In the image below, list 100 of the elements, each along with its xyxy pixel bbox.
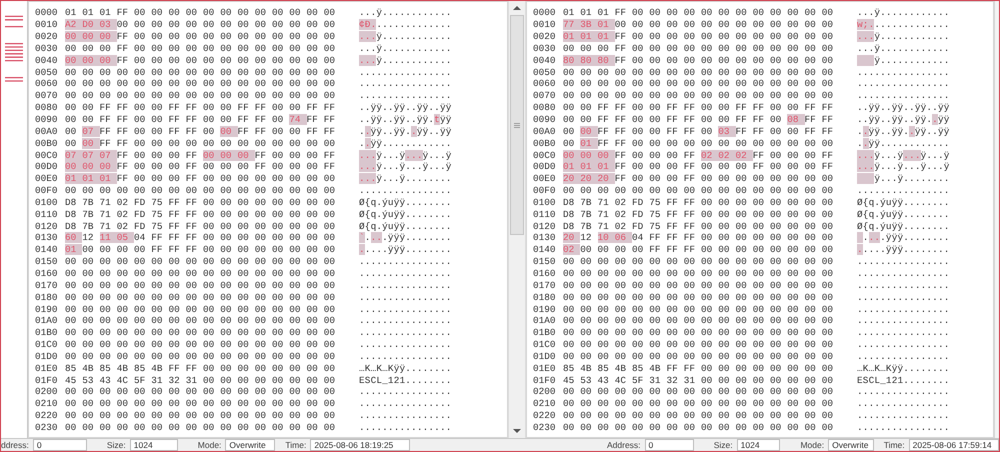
hex-byte: 00: [649, 150, 662, 161]
row-offset: 0050: [35, 66, 59, 78]
hex-byte: 08: [787, 114, 804, 126]
hex-byte: 00: [151, 150, 164, 161]
hex-byte: 00: [580, 327, 593, 338]
hex-byte: 00: [718, 31, 731, 42]
hex-byte: 00: [787, 150, 800, 161]
hex-byte: 00: [272, 138, 284, 149]
hex-byte: 60: [65, 232, 82, 244]
hex-byte: 00: [82, 256, 95, 268]
hex-byte: 4B: [151, 362, 164, 374]
ascii-text: ESCL_121........: [857, 374, 950, 386]
hex-byte: 00: [151, 42, 164, 54]
scrollbar[interactable]: [508, 1, 526, 438]
hex-byte: 00: [65, 339, 78, 350]
hex-byte: 00: [272, 19, 284, 30]
hex-byte: 00: [770, 410, 782, 422]
hex-byte: 00: [684, 304, 696, 315]
hex-byte: 00: [563, 42, 576, 54]
hex-byte: 00: [770, 196, 782, 208]
hex-byte: 00: [684, 280, 696, 291]
hex-byte: 00: [100, 31, 117, 42]
hex-byte: 00: [787, 42, 800, 54]
hex-byte: 00: [804, 185, 817, 196]
hex-byte: 00: [254, 232, 268, 244]
address-field[interactable]: 0: [32, 439, 87, 451]
hex-byte: 00: [289, 268, 302, 279]
hex-byte: 00: [306, 90, 319, 102]
hex-byte: FD: [632, 196, 644, 208]
mode-field[interactable]: Overwrite: [828, 439, 874, 451]
size-label: Size:: [714, 440, 733, 450]
hex-byte: FD: [632, 220, 644, 232]
hex-byte: 00: [701, 280, 714, 291]
hex-byte: 00: [632, 114, 644, 126]
hex-byte: 20: [563, 232, 580, 244]
hex-byte: 00: [598, 339, 610, 350]
hex-byte: 00: [718, 362, 731, 374]
hex-byte: FF: [752, 150, 766, 161]
hex-byte: 00: [563, 268, 576, 279]
scroll-down-icon[interactable]: [513, 428, 521, 434]
hex-byte: 00: [701, 78, 714, 90]
hex-byte: 00: [186, 339, 198, 350]
scroll-thumb[interactable]: [510, 15, 524, 235]
hex-byte: 00: [306, 66, 319, 78]
mode-field[interactable]: Overwrite: [225, 439, 276, 451]
hex-byte: 01: [580, 31, 598, 42]
hex-byte: 00: [203, 374, 216, 386]
hex-byte: 00: [736, 220, 748, 232]
size-field[interactable]: 1024: [736, 439, 780, 451]
hex-byte: 00: [649, 292, 662, 303]
hex-byte: 00: [100, 268, 112, 279]
hex-byte: 00: [134, 54, 146, 66]
hex-byte: 00: [787, 185, 800, 196]
hex-byte: 00: [100, 161, 117, 172]
hex-byte: 00: [770, 102, 782, 114]
hex-byte: 00: [186, 90, 198, 102]
ascii-text: ................: [359, 185, 452, 196]
hex-byte: 00: [289, 126, 302, 137]
address-field[interactable]: 0: [644, 439, 694, 451]
hex-byte: 01: [598, 7, 610, 18]
hex-byte: 00: [649, 42, 662, 54]
hex-byte: 00: [168, 327, 181, 338]
hex-byte: 00: [238, 138, 250, 149]
hex-byte: 00: [134, 398, 146, 410]
hex-byte: 00: [272, 54, 284, 66]
hex-byte: 00: [736, 196, 748, 208]
hex-byte: 00: [272, 244, 284, 256]
hex-byte: 00: [151, 66, 164, 78]
hex-byte: 00: [220, 280, 233, 291]
time-field[interactable]: 2025-08-06 17:59:14: [908, 439, 999, 451]
hex-byte: 00: [598, 90, 610, 102]
ascii-text: ................: [359, 350, 452, 362]
hex-byte: 32: [168, 374, 181, 386]
row-offset: 0060: [533, 78, 557, 90]
hex-byte: 01: [82, 173, 100, 184]
row-offset: 0150: [533, 256, 557, 268]
scroll-up-icon[interactable]: [513, 5, 521, 11]
hex-byte: 01: [65, 173, 82, 184]
mode-label: Mode:: [198, 440, 222, 450]
hex-byte: FF: [752, 126, 766, 137]
size-field[interactable]: 1024: [130, 439, 178, 451]
ascii-text: ................: [359, 90, 452, 102]
hex-byte: 00: [701, 66, 714, 78]
hex-byte: FF: [116, 150, 130, 161]
hex-byte: 00: [203, 7, 216, 18]
hex-byte: 00: [220, 315, 233, 326]
ascii-text: ÿ...ÿ........: [857, 173, 950, 184]
hex-byte: 00: [134, 386, 146, 398]
hex-byte: 00: [580, 150, 598, 161]
hex-byte: 00: [306, 315, 319, 326]
hex-byte: 00: [822, 66, 834, 78]
row-offset: 0080: [35, 102, 59, 114]
hex-byte: 00: [134, 161, 146, 172]
hex-byte: 00: [580, 304, 593, 315]
hex-byte: FF: [752, 114, 766, 126]
hex-byte: 00: [649, 7, 662, 18]
time-field[interactable]: 2025-08-06 18:19:25: [310, 439, 410, 451]
hex-byte: 00: [580, 114, 593, 126]
hex-byte: 00: [254, 196, 268, 208]
hex-byte: 00: [684, 398, 696, 410]
